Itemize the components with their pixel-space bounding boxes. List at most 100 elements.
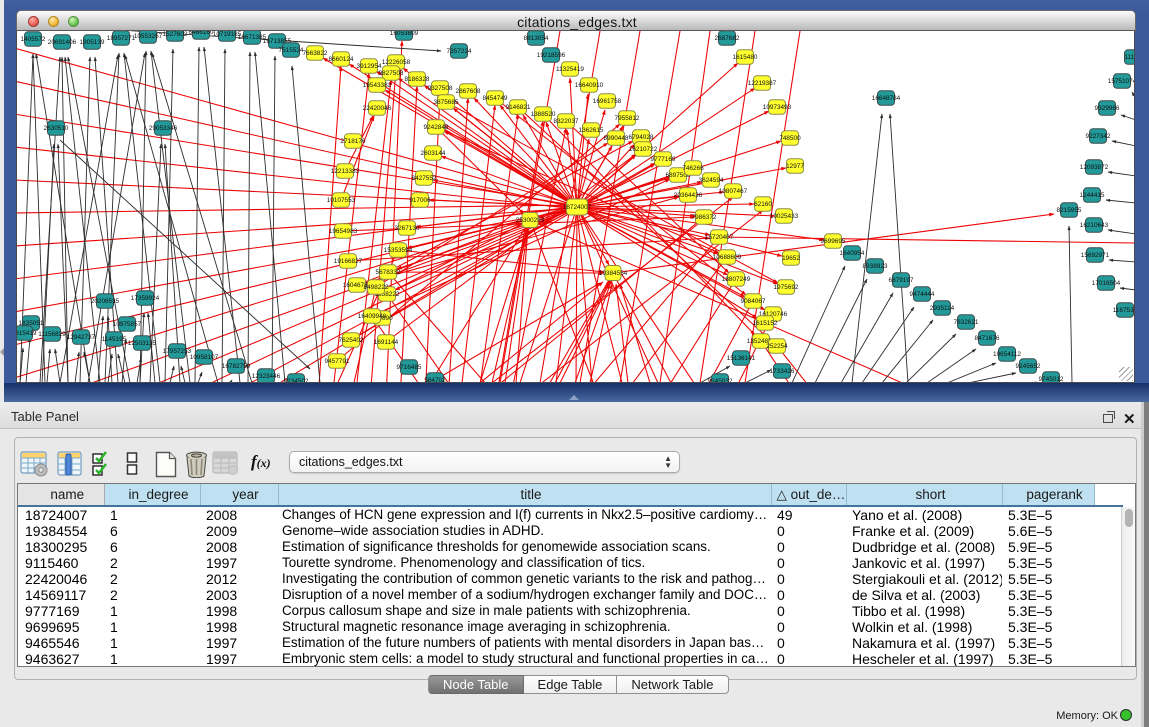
svg-text:15751074: 15751074 bbox=[1108, 78, 1135, 85]
svg-text:9457791: 9457791 bbox=[325, 358, 350, 365]
svg-text:11121: 11121 bbox=[1125, 54, 1135, 61]
svg-text:1362615: 1362615 bbox=[579, 127, 604, 134]
svg-text:2630510: 2630510 bbox=[44, 125, 69, 132]
svg-text:1691144: 1691144 bbox=[374, 339, 399, 346]
svg-text:17359924: 17359924 bbox=[131, 295, 160, 302]
svg-text:9327508: 9327508 bbox=[428, 85, 453, 92]
svg-text:6794028: 6794028 bbox=[629, 134, 654, 141]
svg-text:12213383: 12213383 bbox=[331, 168, 360, 175]
svg-text:9234502: 9234502 bbox=[284, 378, 309, 382]
svg-text:7663822: 7663822 bbox=[303, 50, 328, 57]
svg-text:12093872: 12093872 bbox=[1080, 164, 1109, 171]
svg-text:8938923: 8938923 bbox=[863, 263, 888, 270]
svg-text:8186328: 8186328 bbox=[405, 76, 430, 83]
svg-text:12977: 12977 bbox=[786, 163, 804, 170]
svg-text:1244415: 1244415 bbox=[1080, 192, 1105, 199]
svg-text:2687682: 2687682 bbox=[715, 35, 740, 42]
svg-text:9245032: 9245032 bbox=[708, 378, 733, 382]
svg-text:1527602: 1527602 bbox=[163, 31, 188, 38]
svg-text:5678332: 5678332 bbox=[376, 269, 401, 276]
svg-text:10807467: 10807467 bbox=[719, 188, 748, 195]
svg-text:8322037: 8322037 bbox=[554, 118, 579, 125]
svg-text:62160: 62160 bbox=[754, 201, 772, 208]
svg-text:18724007: 18724007 bbox=[563, 204, 592, 211]
svg-text:8990448: 8990448 bbox=[604, 135, 629, 142]
svg-text:1975692: 1975692 bbox=[774, 284, 799, 291]
svg-text:18807249: 18807249 bbox=[722, 276, 751, 283]
svg-text:18957271: 18957271 bbox=[107, 35, 136, 42]
svg-text:15692971: 15692971 bbox=[1081, 252, 1110, 259]
svg-text:7632621: 7632621 bbox=[954, 319, 979, 326]
svg-text:10688609: 10688609 bbox=[713, 254, 742, 261]
svg-text:1615480: 1615480 bbox=[733, 54, 758, 61]
svg-text:2603144: 2603144 bbox=[421, 150, 446, 157]
svg-text:8215955: 8215955 bbox=[1057, 207, 1082, 214]
svg-text:8471676: 8471676 bbox=[975, 335, 1000, 342]
svg-text:15353594: 15353594 bbox=[384, 247, 413, 254]
svg-text:2718176: 2718176 bbox=[341, 138, 366, 145]
svg-text:16640910: 16640910 bbox=[575, 82, 604, 89]
svg-text:8813054: 8813054 bbox=[524, 35, 549, 42]
svg-text:16053809: 16053809 bbox=[390, 31, 419, 37]
svg-text:19652: 19652 bbox=[782, 255, 800, 262]
svg-text:6879197: 6879197 bbox=[889, 277, 914, 284]
svg-text:9329966: 9329966 bbox=[1095, 105, 1120, 112]
svg-text:9699695: 9699695 bbox=[821, 238, 846, 245]
svg-text:9227342: 9227342 bbox=[1086, 133, 1111, 140]
svg-text:1640954: 1640954 bbox=[840, 250, 865, 257]
svg-text:7955812: 7955812 bbox=[615, 115, 640, 122]
svg-text:16210722: 16210722 bbox=[629, 146, 658, 153]
svg-text:15136141: 15136141 bbox=[727, 355, 756, 362]
svg-text:12323446: 12323446 bbox=[252, 373, 281, 380]
svg-text:9716485: 9716485 bbox=[397, 364, 422, 371]
svg-text:17016504: 17016504 bbox=[1092, 280, 1121, 287]
svg-text:12503135: 12503135 bbox=[128, 340, 157, 347]
svg-text:7515524: 7515524 bbox=[279, 47, 304, 54]
svg-text:7986372: 7986372 bbox=[692, 214, 717, 221]
svg-text:19166827: 19166827 bbox=[334, 258, 363, 265]
svg-text:2867608: 2867608 bbox=[456, 88, 481, 95]
svg-text:9084067: 9084067 bbox=[741, 298, 766, 305]
svg-text:9242848: 9242848 bbox=[424, 124, 449, 131]
svg-text:20691406: 20691406 bbox=[48, 39, 77, 46]
svg-text:19384554: 19384554 bbox=[599, 270, 628, 277]
svg-text:15720407: 15720407 bbox=[705, 234, 734, 241]
svg-text:1905139: 1905139 bbox=[80, 39, 105, 46]
svg-text:3875685: 3875685 bbox=[434, 99, 459, 106]
svg-text:11156829: 11156829 bbox=[38, 331, 66, 338]
svg-text:22420046: 22420046 bbox=[363, 105, 392, 112]
svg-text:10975857: 10975857 bbox=[113, 321, 142, 328]
svg-text:7625402: 7625402 bbox=[339, 337, 364, 344]
svg-text:11325419: 11325419 bbox=[556, 66, 584, 73]
svg-text:29053346: 29053346 bbox=[149, 125, 178, 132]
svg-text:8498222: 8498222 bbox=[364, 284, 389, 291]
svg-text:1615152: 1615152 bbox=[753, 320, 778, 327]
svg-text:10107553: 10107553 bbox=[327, 197, 356, 204]
svg-text:12219387: 12219387 bbox=[748, 80, 777, 87]
svg-text:25300293: 25300293 bbox=[516, 217, 545, 224]
svg-text:3267130: 3267130 bbox=[395, 225, 420, 232]
svg-text:10553267: 10553267 bbox=[134, 33, 163, 40]
svg-text:16210643: 16210643 bbox=[1080, 222, 1109, 229]
svg-text:917006: 917006 bbox=[409, 197, 431, 204]
svg-text:20206535: 20206535 bbox=[91, 298, 120, 305]
svg-text:9474444: 9474444 bbox=[910, 291, 935, 298]
svg-text:8454749: 8454749 bbox=[483, 95, 508, 102]
svg-text:17957253: 17957253 bbox=[163, 348, 192, 355]
svg-text:8660124: 8660124 bbox=[329, 56, 354, 63]
svg-text:19218596: 19218596 bbox=[537, 52, 566, 59]
svg-text:16648784: 16648784 bbox=[872, 95, 901, 102]
svg-text:9245652: 9245652 bbox=[1016, 363, 1041, 370]
svg-text:7357224: 7357224 bbox=[447, 48, 472, 55]
svg-text:16543382: 16543382 bbox=[363, 82, 392, 89]
svg-text:10025433: 10025433 bbox=[770, 213, 799, 220]
svg-text:584702: 584702 bbox=[424, 377, 446, 382]
svg-text:10973493: 10973493 bbox=[763, 104, 792, 111]
svg-text:1388520: 1388520 bbox=[531, 111, 556, 118]
svg-text:1733426: 1733426 bbox=[770, 368, 795, 375]
svg-text:20364436: 20364436 bbox=[674, 192, 703, 199]
svg-text:9745012: 9745012 bbox=[1039, 376, 1064, 382]
svg-text:10654112: 10654112 bbox=[993, 351, 1021, 358]
svg-text:19654983: 19654983 bbox=[329, 228, 358, 235]
svg-text:3915419: 3915419 bbox=[17, 330, 37, 337]
